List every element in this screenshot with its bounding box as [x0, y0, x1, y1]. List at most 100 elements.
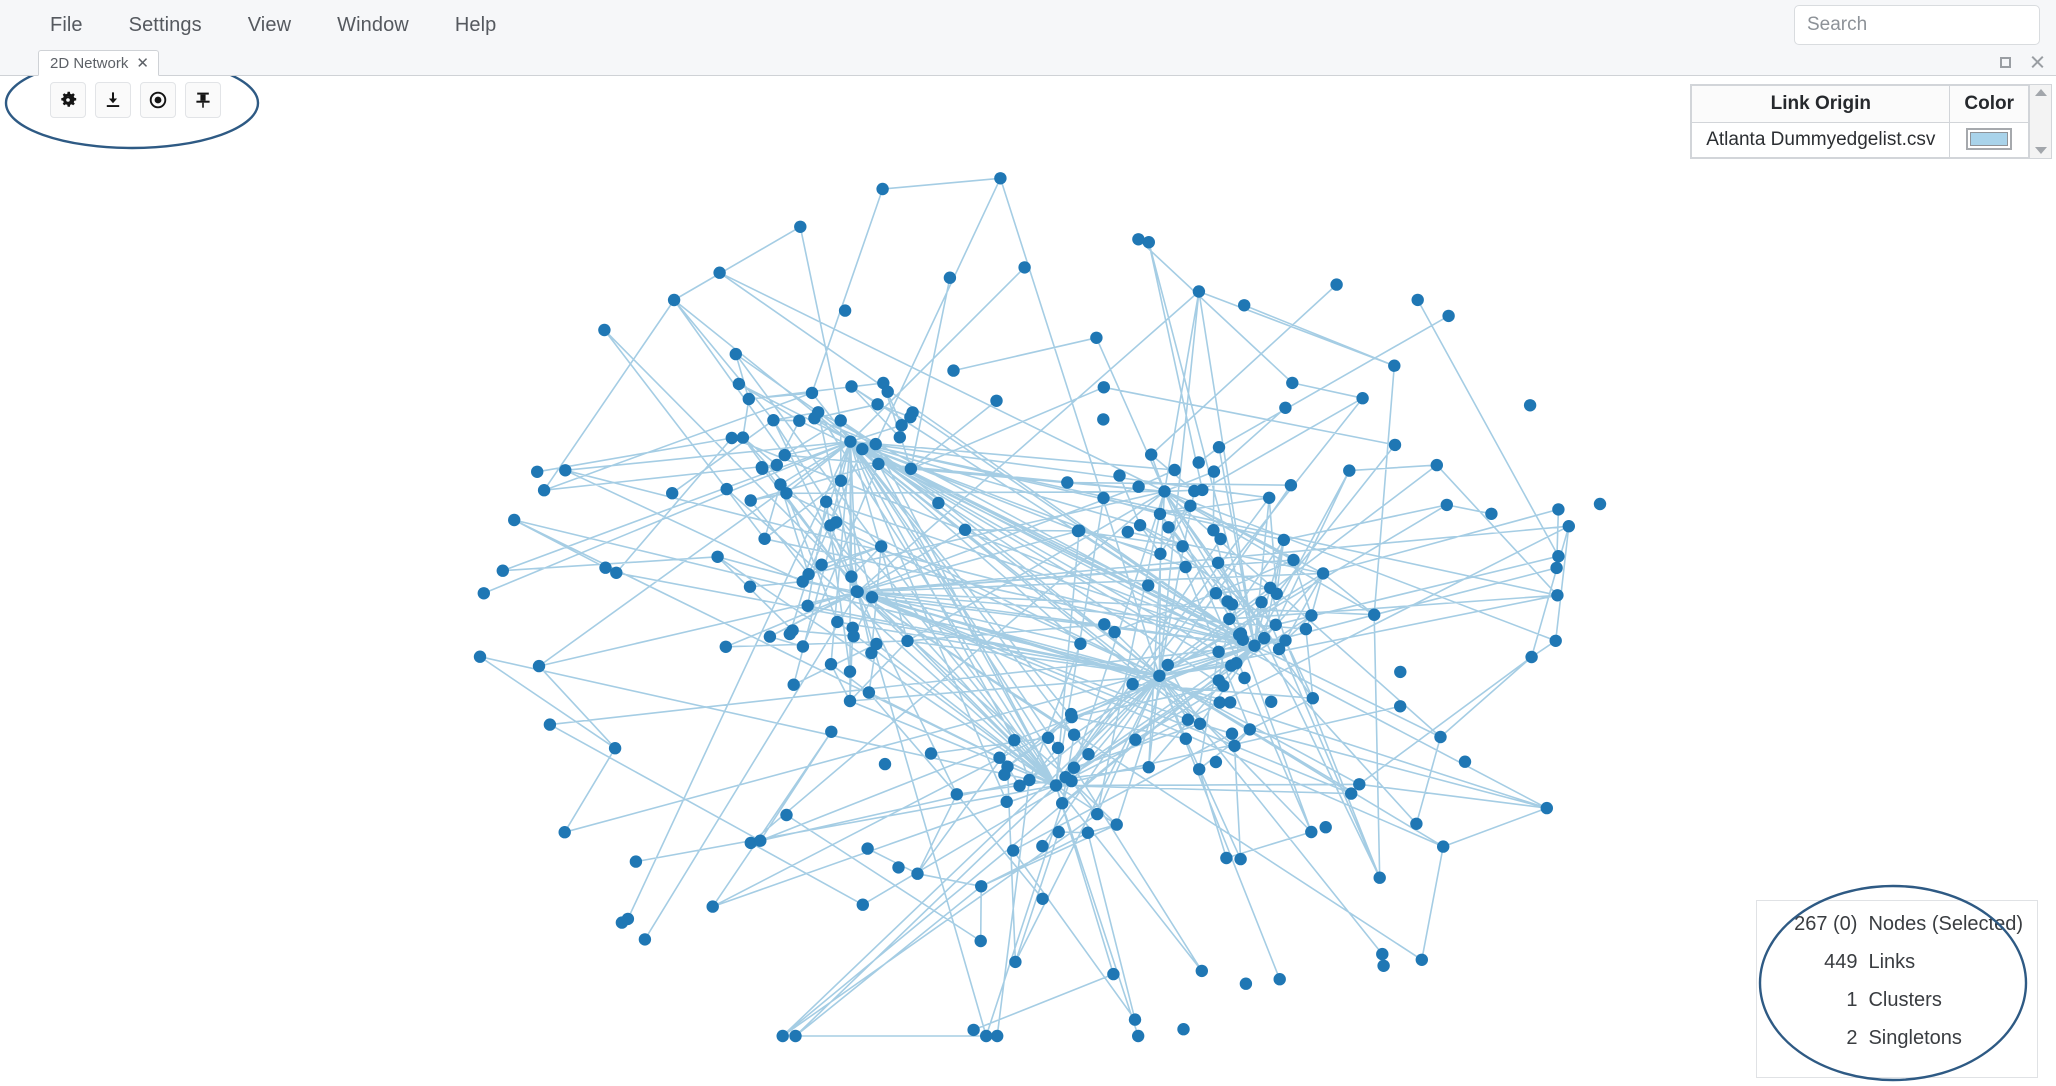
graph-node[interactable]: [844, 435, 857, 448]
graph-node[interactable]: [1153, 507, 1167, 521]
graph-node[interactable]: [845, 570, 858, 583]
graph-node[interactable]: [783, 627, 796, 641]
legend-scrollbar[interactable]: [2029, 85, 2051, 158]
graph-node[interactable]: [1161, 658, 1175, 672]
graph-node[interactable]: [838, 304, 852, 317]
graph-node[interactable]: [1121, 525, 1135, 539]
network-canvas[interactable]: Link Origin Color Atlanta Dummyedgelist.…: [0, 76, 2056, 1086]
graph-node[interactable]: [943, 271, 957, 284]
graph-node[interactable]: [1209, 587, 1223, 600]
graph-node[interactable]: [831, 615, 844, 629]
graph-node[interactable]: [1394, 700, 1407, 713]
graph-node[interactable]: [608, 742, 622, 755]
graph-node[interactable]: [1224, 696, 1237, 709]
graph-node[interactable]: [851, 585, 864, 599]
graph-node[interactable]: [856, 898, 869, 911]
graph-node[interactable]: [1168, 463, 1181, 477]
graph-node[interactable]: [711, 550, 724, 563]
graph-node[interactable]: [958, 523, 972, 536]
graph-node[interactable]: [904, 462, 918, 475]
graph-node[interactable]: [1132, 480, 1145, 493]
graph-node[interactable]: [1142, 761, 1155, 774]
graph-node[interactable]: [1442, 309, 1455, 323]
graph-node[interactable]: [638, 933, 652, 946]
graph-node[interactable]: [991, 1029, 1004, 1043]
graph-node[interactable]: [1193, 763, 1206, 776]
graph-node[interactable]: [1067, 728, 1081, 741]
graph-node[interactable]: [1128, 1013, 1142, 1026]
graph-node[interactable]: [1411, 293, 1424, 307]
graph-node[interactable]: [706, 900, 719, 913]
graph-node[interactable]: [815, 558, 828, 571]
graph-node[interactable]: [1299, 622, 1313, 636]
graph-node[interactable]: [980, 1029, 993, 1043]
graph-node[interactable]: [508, 513, 521, 527]
graph-node[interactable]: [796, 640, 810, 653]
graph-node[interactable]: [843, 694, 857, 708]
graph-node[interactable]: [473, 650, 487, 663]
graph-node[interactable]: [869, 437, 882, 451]
graph-node[interactable]: [843, 665, 857, 678]
graph-node[interactable]: [780, 808, 793, 822]
graph-node[interactable]: [629, 855, 643, 868]
graph-node[interactable]: [1225, 727, 1239, 740]
graph-node[interactable]: [802, 568, 815, 581]
graph-node[interactable]: [834, 474, 848, 487]
graph-node[interactable]: [872, 457, 885, 471]
graph-node[interactable]: [1330, 278, 1343, 291]
graph-node[interactable]: [1593, 497, 1607, 511]
graph-node[interactable]: [1523, 399, 1537, 412]
graph-node[interactable]: [1108, 625, 1121, 639]
graph-node[interactable]: [531, 465, 544, 478]
tab-2d-network[interactable]: 2D Network ✕: [38, 50, 159, 76]
graph-node[interactable]: [975, 880, 988, 893]
graph-node[interactable]: [1234, 627, 1248, 640]
graph-node[interactable]: [1090, 331, 1103, 344]
graph-node[interactable]: [1248, 639, 1261, 652]
graph-node[interactable]: [881, 385, 894, 398]
graph-node[interactable]: [1142, 236, 1156, 249]
graph-node[interactable]: [1277, 533, 1291, 547]
graph-node[interactable]: [1142, 579, 1155, 592]
graph-node[interactable]: [1065, 710, 1078, 724]
graph-node[interactable]: [1056, 797, 1069, 810]
graph-node[interactable]: [1207, 524, 1220, 537]
graph-node[interactable]: [776, 1029, 789, 1043]
graph-node[interactable]: [1009, 955, 1022, 969]
graph-node[interactable]: [1097, 381, 1111, 394]
graph-node[interactable]: [1305, 825, 1318, 839]
graph-node[interactable]: [871, 398, 884, 411]
graph-node[interactable]: [794, 220, 807, 233]
graph-node[interactable]: [1255, 596, 1268, 609]
graph-node[interactable]: [1279, 401, 1292, 414]
graph-node[interactable]: [1525, 650, 1538, 664]
search-input[interactable]: [1794, 5, 2040, 45]
graph-node[interactable]: [720, 482, 733, 496]
graph-node[interactable]: [1036, 892, 1049, 905]
graph-node[interactable]: [1234, 852, 1247, 866]
table-row[interactable]: Atlanta Dummyedgelist.csv: [1691, 122, 2029, 158]
graph-node[interactable]: [1415, 953, 1429, 966]
graph-node[interactable]: [1273, 973, 1286, 986]
graph-node[interactable]: [559, 464, 572, 477]
graph-node[interactable]: [830, 516, 843, 529]
graph-node[interactable]: [1181, 713, 1195, 726]
graph-node[interactable]: [932, 496, 945, 510]
graph-node[interactable]: [974, 934, 987, 948]
graph-node[interactable]: [1284, 479, 1298, 492]
graph-node[interactable]: [1184, 499, 1197, 512]
graph-node[interactable]: [1126, 677, 1139, 691]
graph-node[interactable]: [870, 637, 883, 651]
graph-node[interactable]: [1097, 413, 1110, 426]
graph-node[interactable]: [477, 587, 490, 600]
graph-node[interactable]: [1212, 441, 1226, 454]
graph-node[interactable]: [558, 826, 571, 839]
download-button[interactable]: [95, 82, 131, 118]
graph-node[interactable]: [1192, 456, 1205, 469]
graph-node[interactable]: [1305, 609, 1318, 622]
network-graph[interactable]: [0, 76, 2056, 1086]
graph-node[interactable]: [820, 495, 833, 508]
graph-node[interactable]: [1368, 608, 1381, 621]
graph-node[interactable]: [1145, 448, 1158, 461]
graph-node[interactable]: [1345, 787, 1358, 800]
